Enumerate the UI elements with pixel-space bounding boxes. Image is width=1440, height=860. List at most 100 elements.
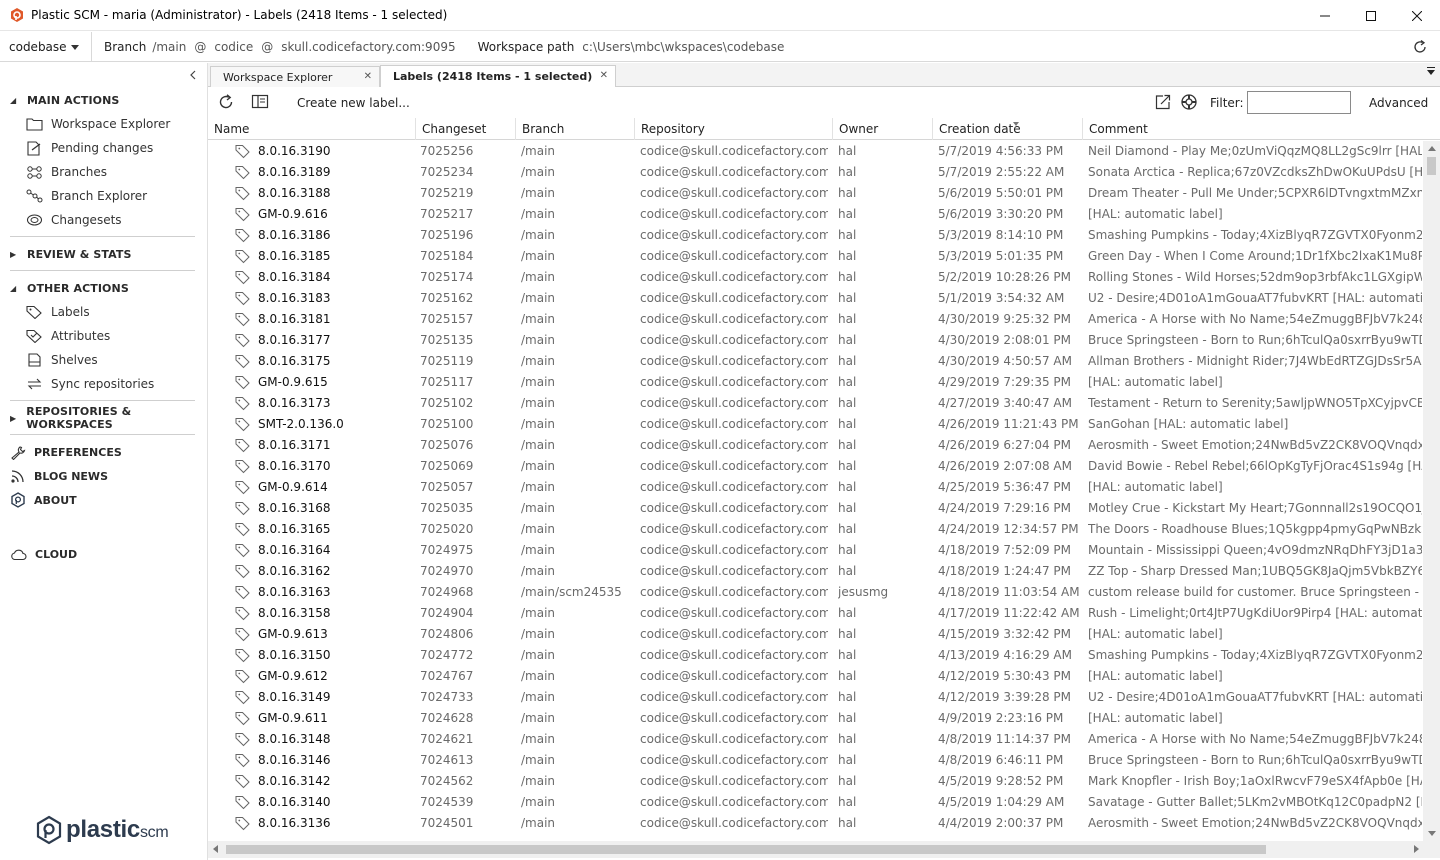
column-header-name[interactable]: Name bbox=[208, 118, 415, 140]
repository-value[interactable]: codice bbox=[214, 40, 253, 54]
comment-text: [HAL: automatic label] bbox=[1088, 375, 1223, 389]
workspace-selector[interactable]: codebase bbox=[0, 31, 92, 62]
table-row[interactable]: GM-0.9.611 7024628/main codice@skull.codic… bbox=[208, 708, 1424, 729]
refresh-icon[interactable] bbox=[217, 93, 235, 111]
table-row[interactable]: 8.0.16.3140 7024539/main codice@skull.codi… bbox=[208, 792, 1424, 813]
table-row[interactable]: 8.0.16.3184 7025174/main codice@skull.codi… bbox=[208, 267, 1424, 288]
table-row[interactable]: 8.0.16.3171 7025076/main codice@skull.codi… bbox=[208, 435, 1424, 456]
sidebar-item-shelves[interactable]: Shelves bbox=[0, 348, 207, 372]
close-tab-icon[interactable]: ✕ bbox=[600, 70, 608, 81]
branch-name: /main bbox=[521, 480, 556, 494]
sidebar-item-about[interactable]: ABOUT bbox=[10, 488, 77, 512]
table-row[interactable]: 8.0.16.3181 7025157/main codice@skull.codi… bbox=[208, 309, 1424, 330]
table-row[interactable]: 8.0.16.3149 7024733/main codice@skull.codi… bbox=[208, 687, 1424, 708]
branch-name: /main bbox=[521, 144, 556, 158]
branch-name: /main bbox=[521, 774, 556, 788]
refresh-icon[interactable] bbox=[1412, 39, 1428, 55]
table-row[interactable]: 8.0.16.3190 7025256/main codice@skull.codi… bbox=[208, 141, 1424, 162]
label-name: GM-0.9.616 bbox=[258, 207, 328, 221]
scroll-left-icon[interactable] bbox=[213, 845, 218, 853]
sidebar-item-changesets[interactable]: Changesets bbox=[0, 208, 207, 232]
table-row[interactable]: SMT-2.0.136.0 7025100/main codice@skull.co… bbox=[208, 414, 1424, 435]
table-row[interactable]: GM-0.9.612 7024767/main codice@skull.codic… bbox=[208, 666, 1424, 687]
table-row[interactable]: 8.0.16.3163 7024968/main/scm24535 codice@s… bbox=[208, 582, 1424, 603]
table-row[interactable]: GM-0.9.615 7025117/main codice@skull.codic… bbox=[208, 372, 1424, 393]
table-row[interactable]: 8.0.16.3183 7025162/main codice@skull.codi… bbox=[208, 288, 1424, 309]
sidebar-item-attributes[interactable]: Attributes bbox=[0, 324, 207, 348]
label-icon bbox=[235, 691, 250, 705]
tab-labels[interactable]: Labels (2418 Items - 1 selected) ✕ bbox=[380, 65, 616, 87]
vertical-scroll-thumb[interactable] bbox=[1427, 157, 1436, 175]
table-row[interactable]: 8.0.16.3170 7025069/main codice@skull.codi… bbox=[208, 456, 1424, 477]
sidebar-item-sync-repositories[interactable]: Sync repositories bbox=[0, 372, 207, 396]
table-row[interactable]: 8.0.16.3168 7025035/main codice@skull.codi… bbox=[208, 498, 1424, 519]
table-row[interactable]: 8.0.16.3148 7024621/main codice@skull.codi… bbox=[208, 729, 1424, 750]
comment-text: Testament - Return to Serenity;5awljpWNO… bbox=[1088, 396, 1422, 410]
label-icon bbox=[235, 502, 250, 516]
table-row[interactable]: 8.0.16.3188 7025219/main codice@skull.codi… bbox=[208, 183, 1424, 204]
main-actions-header[interactable]: ◢ MAIN ACTIONS bbox=[0, 88, 207, 112]
comment-text: ZZ Top - Sharp Dressed Man;1UBQ5GK8JaQjm… bbox=[1088, 564, 1422, 578]
table-row[interactable]: 8.0.16.3185 7025184/main codice@skull.codi… bbox=[208, 246, 1424, 267]
sidebar-item-blog-news[interactable]: BLOG NEWS bbox=[10, 464, 108, 488]
table-row[interactable]: 8.0.16.3175 7025119/main codice@skull.codi… bbox=[208, 351, 1424, 372]
create-new-label-button[interactable]: Create new label... bbox=[297, 96, 410, 110]
column-header-creation-date[interactable]: Creation date bbox=[932, 118, 1082, 140]
review-stats-header[interactable]: ▶ REVIEW & STATS bbox=[0, 242, 207, 266]
vertical-scrollbar[interactable] bbox=[1423, 141, 1440, 841]
horizontal-scroll-thumb[interactable] bbox=[226, 845, 1266, 854]
close-window-button[interactable] bbox=[1394, 0, 1440, 31]
sidebar-item-cloud[interactable]: CLOUD bbox=[10, 542, 77, 566]
sidebar-item-preferences[interactable]: PREFERENCES bbox=[10, 440, 122, 464]
branch-value[interactable]: /main bbox=[152, 40, 186, 54]
table-row[interactable]: 8.0.16.3136 7024501/main codice@skull.codi… bbox=[208, 813, 1424, 834]
table-row[interactable]: 8.0.16.3164 7024975/main codice@skull.codi… bbox=[208, 540, 1424, 561]
table-row[interactable]: GM-0.9.613 7024806/main codice@skull.codic… bbox=[208, 624, 1424, 645]
table-row[interactable]: 8.0.16.3162 7024970/main codice@skull.codi… bbox=[208, 561, 1424, 582]
toggle-details-panel-icon[interactable] bbox=[251, 93, 269, 111]
column-header-owner[interactable]: Owner bbox=[832, 118, 932, 140]
owner-name: hal bbox=[838, 732, 857, 746]
column-header-repository[interactable]: Repository bbox=[634, 118, 832, 140]
other-actions-header[interactable]: ◢ OTHER ACTIONS bbox=[0, 276, 207, 300]
table-row[interactable]: 8.0.16.3177 7025135/main codice@skull.codi… bbox=[208, 330, 1424, 351]
help-lifebuoy-icon[interactable] bbox=[1180, 93, 1198, 111]
column-header-changeset[interactable]: Changeset bbox=[415, 118, 515, 140]
table-row[interactable]: 8.0.16.3150 7024772/main codice@skull.codi… bbox=[208, 645, 1424, 666]
minimize-button[interactable] bbox=[1302, 0, 1348, 31]
close-tab-icon[interactable]: ✕ bbox=[364, 71, 372, 82]
creation-date: 4/5/2019 1:04:29 AM bbox=[938, 795, 1065, 809]
server-value[interactable]: skull.codicefactory.com:9095 bbox=[281, 40, 455, 54]
scroll-down-icon[interactable] bbox=[1428, 831, 1436, 836]
table-row[interactable]: 8.0.16.3173 7025102/main codice@skull.codi… bbox=[208, 393, 1424, 414]
horizontal-scrollbar[interactable] bbox=[208, 841, 1424, 858]
creation-date: 4/27/2019 3:40:47 AM bbox=[938, 396, 1072, 410]
label-name: GM-0.9.613 bbox=[258, 627, 328, 641]
table-row[interactable]: 8.0.16.3186 7025196/main codice@skull.codi… bbox=[208, 225, 1424, 246]
table-row[interactable]: 8.0.16.3158 7024904/main codice@skull.codi… bbox=[208, 603, 1424, 624]
comment-text: U2 - Desire;4D01oA1mGouaAT7fubvKRT [HAL:… bbox=[1088, 690, 1422, 704]
column-header-comment[interactable]: Comment bbox=[1082, 118, 1440, 140]
collapse-sidebar-button[interactable] bbox=[189, 69, 197, 84]
maximize-button[interactable] bbox=[1348, 0, 1394, 31]
tab-workspace-explorer[interactable]: Workspace Explorer ✕ bbox=[210, 66, 380, 87]
scroll-up-icon[interactable] bbox=[1428, 146, 1436, 151]
table-row[interactable]: 8.0.16.3142 7024562/main codice@skull.codi… bbox=[208, 771, 1424, 792]
scroll-right-icon[interactable] bbox=[1414, 845, 1419, 853]
sidebar-item-branch-explorer[interactable]: Branch Explorer bbox=[0, 184, 207, 208]
repositories-workspaces-header[interactable]: ▶ REPOSITORIES & WORKSPACES bbox=[0, 405, 207, 431]
advanced-button[interactable]: Advanced bbox=[1369, 96, 1428, 110]
sidebar-item-labels[interactable]: Labels bbox=[0, 300, 207, 324]
table-row[interactable]: 8.0.16.3189 7025234/main codice@skull.codi… bbox=[208, 162, 1424, 183]
sidebar-item-branches[interactable]: Branches bbox=[0, 160, 207, 184]
table-row[interactable]: GM-0.9.616 7025217/main codice@skull.codic… bbox=[208, 204, 1424, 225]
table-row[interactable]: 8.0.16.3165 7025020/main codice@skull.codi… bbox=[208, 519, 1424, 540]
table-row[interactable]: GM-0.9.614 7025057/main codice@skull.codic… bbox=[208, 477, 1424, 498]
open-external-icon[interactable] bbox=[1154, 93, 1172, 111]
tab-list-menu-icon[interactable] bbox=[1427, 67, 1435, 75]
sidebar-item-pending-changes[interactable]: Pending changes bbox=[0, 136, 207, 160]
sidebar-item-workspace-explorer[interactable]: Workspace Explorer bbox=[0, 112, 207, 136]
table-row[interactable]: 8.0.16.3146 7024613/main codice@skull.codi… bbox=[208, 750, 1424, 771]
column-header-branch[interactable]: Branch bbox=[515, 118, 635, 140]
filter-input[interactable] bbox=[1247, 91, 1351, 114]
